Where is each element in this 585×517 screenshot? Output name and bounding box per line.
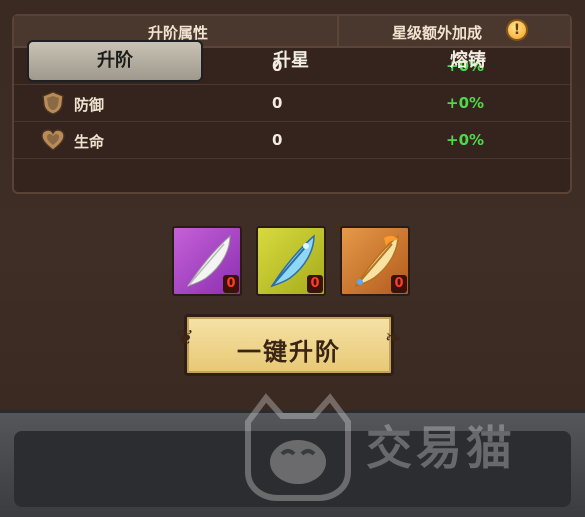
attribute-value: 0 [272,131,283,149]
attribute-row-health: 生命 0 +0% [14,122,570,159]
tab-upgrade[interactable]: 升阶 [27,40,203,82]
attribute-label: 防御 [74,96,105,114]
attribute-bonus: +0% [446,94,485,112]
heart-icon [41,129,65,151]
attribute-bonus: +0% [446,131,485,149]
attribute-value: 0 [272,94,283,112]
cat-logo-icon [245,393,351,501]
watermark-text: 交易猫 [366,421,516,475]
shield-icon [42,91,64,115]
one-key-upgrade-button[interactable]: ❦ 一键升阶 ❧ [177,314,402,376]
material-count: 0 [391,275,407,293]
attribute-label: 生命 [74,133,105,151]
tab-star-up[interactable]: 升星 [203,40,379,82]
scroll-ornament-right-icon: ❧ [385,325,402,349]
material-count: 0 [307,275,323,293]
material-slot-golden-feather[interactable]: 0 [340,226,410,296]
material-slot-blue-feather[interactable]: 0 [256,226,326,296]
tab-forge[interactable]: 熔铸 [380,40,556,82]
info-icon[interactable]: ! [506,19,528,41]
material-count: 0 [223,275,239,293]
material-slot-feather[interactable]: 0 [172,226,242,296]
watermark: 交易猫 [238,392,578,502]
one-key-upgrade-label: 一键升阶 [237,338,341,366]
attribute-row-defense: 防御 0 +0% [14,85,570,122]
